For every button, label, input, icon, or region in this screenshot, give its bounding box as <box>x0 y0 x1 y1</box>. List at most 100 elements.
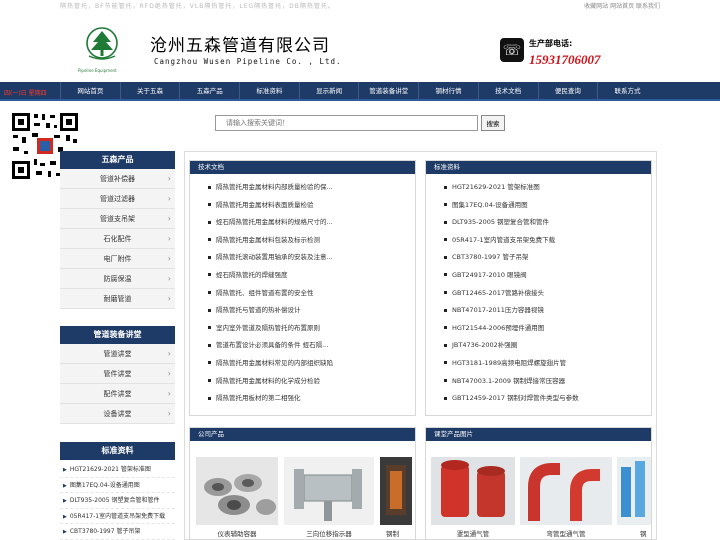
chevron-right-icon: › <box>167 174 171 183</box>
product-image-displacement-indicator[interactable] <box>284 457 374 525</box>
company-name-cn: 沧州五森管道有限公司 <box>150 36 330 56</box>
chevron-right-icon: › <box>167 194 171 203</box>
list-item[interactable]: 蛭石隔热管托的焊缝强度 <box>208 267 415 285</box>
list-item[interactable]: ▶ 图集17EQ.04-设备通用图 <box>60 478 175 493</box>
chevron-right-icon: › <box>167 409 171 418</box>
bullet-icon <box>444 220 447 224</box>
list-item[interactable]: 蛭石隔热管托用金属材料的规格尺寸的... <box>208 214 415 232</box>
top-links[interactable]: 收藏网站 网站首页 联系我们 <box>584 1 660 10</box>
product-caption[interactable]: 罩型通气管 <box>431 528 515 538</box>
list-item[interactable]: GBT24917-2010 眼镜阀 <box>444 267 651 285</box>
sidebar-lectures: 管道装备讲堂 管道讲堂 › 管件讲堂 › 配件讲堂 › 设备讲堂 › <box>60 326 175 424</box>
nav-item-news[interactable]: 显示新闻 <box>298 82 359 101</box>
sidebar-item-fitting-lecture[interactable]: 管件讲堂 › <box>60 364 175 384</box>
bullet-icon <box>208 326 211 330</box>
sidebar-item-pipe-lecture[interactable]: 管道讲堂 › <box>60 344 175 364</box>
list-item[interactable]: 隔热管托用金属材料表面质量检验 <box>208 197 415 215</box>
sidebar-item-wearresist[interactable]: 耐磨管道 › <box>60 289 175 309</box>
list-item[interactable]: 隔热管托滚动装置用轴承的安装及注意... <box>208 249 415 267</box>
sidebar-item-label: 耐磨管道 <box>103 295 132 303</box>
list-item[interactable]: 隔热管托用金属材料常见的内部组织缺陷 <box>208 355 415 373</box>
nav-item-home[interactable]: 网站首页 <box>60 82 120 101</box>
sidebar-standards: 标准资料 ▶ HGT21629-2021 管架标准图 ▶ 图集17EQ.04-设备通… <box>60 442 175 540</box>
bullet-icon <box>208 343 211 347</box>
list-item[interactable]: ▶ DLT935-2005 钢塑复合管和管件 <box>60 493 175 509</box>
sidebar-products-title: 五森产品 <box>60 151 175 169</box>
product-caption[interactable]: 仪表辅助容器 <box>196 528 278 538</box>
search-input[interactable] <box>215 115 478 131</box>
sidebar-item-filter[interactable]: 管道过滤器 › <box>60 189 175 209</box>
product-image-hood-vent[interactable] <box>431 457 515 525</box>
list-item[interactable]: ▶ CBT3780-1997 管子吊架 <box>60 524 175 540</box>
sidebar-standards-title: 标准资料 <box>60 442 175 460</box>
sidebar-item-anticorrosion[interactable]: 防腐保温 › <box>60 269 175 289</box>
phone-label: 生产部电话: <box>529 39 573 48</box>
tree-logo-icon <box>86 27 118 60</box>
company-products-title: 公司产品 <box>190 428 415 441</box>
nav-item-steel[interactable]: 钢材行情 <box>418 82 478 101</box>
list-item[interactable]: GBT12465-2017管路补偿接头 <box>444 285 651 303</box>
bullet-icon <box>208 308 211 312</box>
list-item[interactable]: 隔热管托用金属材料包装及标示检测 <box>208 232 415 250</box>
nav-item-query[interactable]: 便民查询 <box>537 82 598 101</box>
list-item[interactable]: ▶ HGT21629-2021 管架标准图 <box>60 462 175 478</box>
nav-item-tech[interactable]: 技术文档 <box>477 82 538 101</box>
list-item[interactable]: 05R417-1室内管道支吊架免费下载 <box>444 232 651 250</box>
company-name-en: Cangzhou Wusen Pipeline Co. , Ltd. <box>154 57 342 66</box>
list-item[interactable]: 隔热管托用金属材料的化学成分检验 <box>208 373 415 391</box>
product-image-steel-pipe[interactable] <box>617 457 651 525</box>
list-item[interactable]: NBT47017-2011压力容器视镜 <box>444 302 651 320</box>
sidebar-item-label: 管件讲堂 <box>103 370 132 378</box>
bullet-icon <box>444 379 447 383</box>
bullet-icon <box>444 361 447 365</box>
search-button[interactable]: 搜索 <box>481 115 505 131</box>
sidebar-item-accessory-lecture[interactable]: 配件讲堂 › <box>60 384 175 404</box>
product-image-elbow-vent[interactable] <box>520 457 612 525</box>
sidebar-item-equipment-lecture[interactable]: 设备讲堂 › <box>60 404 175 424</box>
list-item[interactable]: HGT3181-1989高频电阻焊螺旋翅片管 <box>444 355 651 373</box>
list-item[interactable]: JBT4736-2002补强圈 <box>444 337 651 355</box>
list-item[interactable]: 隔热管托与管道的热补偿设计 <box>208 302 415 320</box>
bullet-icon <box>208 238 211 242</box>
nav-item-contact[interactable]: 联系方式 <box>597 82 657 101</box>
chevron-right-icon: › <box>167 254 171 263</box>
sidebar-item-label: 管道讲堂 <box>103 350 132 358</box>
company-logo[interactable]: Pipeline Equipment 沧州五森管道有限公司 Cangzhou W… <box>70 22 370 73</box>
list-item[interactable]: HGT21544-2006预埋件通用图 <box>444 320 651 338</box>
product-image-instrument-vessel[interactable] <box>196 457 278 525</box>
triangle-icon: ▶ <box>63 529 67 535</box>
product-caption[interactable]: 钢 <box>640 528 654 538</box>
product-caption[interactable]: 钢制 <box>386 528 416 538</box>
list-item[interactable]: 图集17EQ.04-设备通用图 <box>444 197 651 215</box>
product-image-steel[interactable] <box>380 457 412 525</box>
nav-item-products[interactable]: 五森产品 <box>179 82 239 101</box>
list-item[interactable]: CBT3780-1997 管子吊架 <box>444 249 651 267</box>
list-item[interactable]: GBT12459-2017 钢制对焊管件类型与参数 <box>444 390 651 408</box>
list-item[interactable]: 隔热管托、组件管道布置的安全性 <box>208 285 415 303</box>
standards-panel-title: 标准资料 <box>426 161 651 174</box>
phone-number[interactable]: 15931706007 <box>529 52 601 68</box>
bullet-icon <box>444 291 447 295</box>
list-item[interactable]: 室内室外管道及隔热管托的布置原则 <box>208 320 415 338</box>
sidebar-item-compensator[interactable]: 管道补偿器 › <box>60 169 175 189</box>
product-caption[interactable]: 三向位移指示器 <box>284 528 374 538</box>
list-item[interactable]: NBT47003.1-2009 钢制焊接常压容器 <box>444 373 651 391</box>
top-strip: 隔热管托，BF节能管托，RFD绝热管托，VLB隔热管托，LEG隔热管托，DB隔热… <box>0 0 720 12</box>
bullet-icon <box>444 396 447 400</box>
nav-item-standards[interactable]: 标准资料 <box>239 82 299 101</box>
list-item[interactable]: DLT935-2005 钢塑复合管和管件 <box>444 214 651 232</box>
sidebar-item-petrochem[interactable]: 石化配件 › <box>60 229 175 249</box>
list-item[interactable]: 管道布置设计必须具备的条件 蛭石隔... <box>208 337 415 355</box>
chevron-right-icon: › <box>167 294 171 303</box>
sidebar-item-power[interactable]: 电厂附件 › <box>60 249 175 269</box>
bullet-icon <box>444 255 447 259</box>
nav-item-lecture[interactable]: 管道装备讲堂 <box>358 82 418 101</box>
product-caption[interactable]: 弯管型通气管 <box>520 528 612 538</box>
sidebar-item-hanger[interactable]: 管道支吊架 › <box>60 209 175 229</box>
nav-item-about[interactable]: 关于五森 <box>119 82 180 101</box>
list-item[interactable]: HGT21629-2021 管架标准图 <box>444 179 651 197</box>
list-item[interactable]: 隔热管托用板材的第二相强化 <box>208 390 415 408</box>
list-item[interactable]: ▶ 05R417-1室内管道支吊架免费下载 <box>60 509 175 524</box>
sidebar-item-label: 设备讲堂 <box>103 410 132 418</box>
list-item[interactable]: 隔热管托用金属材料内部质量检验的保... <box>208 179 415 197</box>
